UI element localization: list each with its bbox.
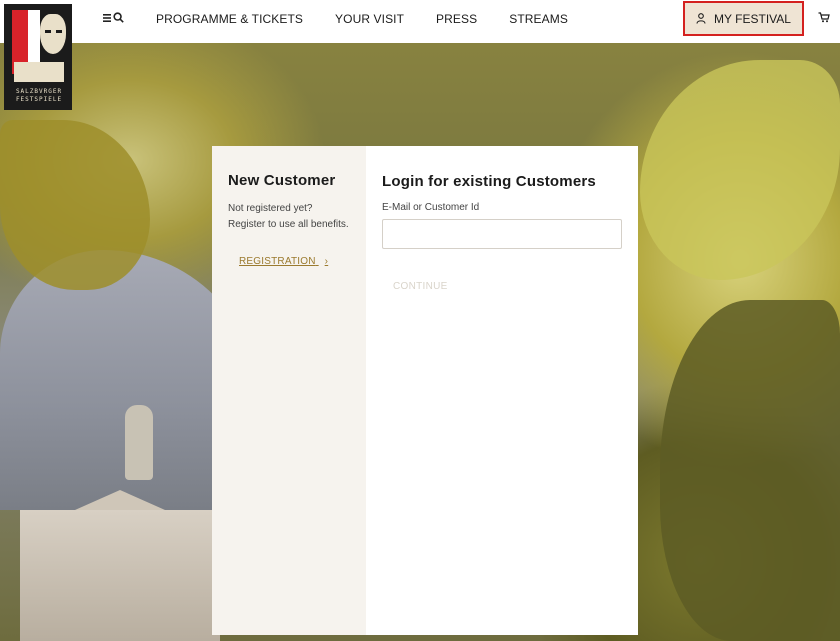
main-nav: PROGRAMME & TICKETS YOUR VISIT PRESS STR… — [156, 12, 600, 26]
background-leaf — [640, 60, 840, 280]
registration-label: REGISTRATION — [239, 256, 316, 267]
new-customer-text: Not registered yet? Register to use all … — [228, 203, 349, 230]
site-header: SALZBVRGER FESTSPIELE PROGRAMME & TICKET… — [0, 0, 840, 110]
festival-logo[interactable]: SALZBVRGER FESTSPIELE — [4, 4, 72, 110]
user-icon — [696, 13, 706, 24]
nav-programme-tickets[interactable]: PROGRAMME & TICKETS — [156, 12, 303, 26]
logo-eye — [45, 30, 51, 33]
chevron-right-icon: › — [324, 256, 329, 267]
my-festival-button[interactable]: MY FESTIVAL — [683, 1, 804, 36]
background-leaf — [660, 300, 840, 641]
logo-eye — [56, 30, 62, 33]
new-customer-panel: New Customer Not registered yet? Registe… — [212, 146, 366, 635]
cart-icon — [818, 12, 830, 23]
logo-text: SALZBVRGER FESTSPIELE — [15, 88, 63, 103]
background-leaf — [0, 120, 150, 290]
new-customer-title: New Customer — [228, 172, 336, 189]
login-title: Login for existing Customers — [382, 173, 596, 190]
existing-customer-panel: Login for existing Customers E-Mail or C… — [366, 146, 638, 635]
search-icon[interactable] — [113, 12, 124, 23]
nav-your-visit[interactable]: YOUR VISIT — [335, 12, 404, 26]
logo-mask — [40, 14, 66, 54]
menu-icon[interactable] — [103, 13, 111, 23]
registration-link[interactable]: REGISTRATION › — [239, 256, 328, 267]
nav-streams[interactable]: STREAMS — [509, 12, 568, 26]
cart-button[interactable] — [818, 12, 830, 26]
email-field[interactable] — [382, 219, 622, 249]
continue-button[interactable]: CONTINUE — [393, 281, 622, 292]
login-card: New Customer Not registered yet? Registe… — [212, 146, 638, 635]
logo-city — [14, 62, 64, 82]
nav-press[interactable]: PRESS — [436, 12, 477, 26]
background-statue — [125, 405, 153, 480]
email-label: E-Mail or Customer Id — [382, 202, 480, 213]
background-building — [20, 510, 220, 641]
my-festival-label: MY FESTIVAL — [714, 11, 791, 26]
menu-search-toggle[interactable] — [103, 12, 124, 23]
